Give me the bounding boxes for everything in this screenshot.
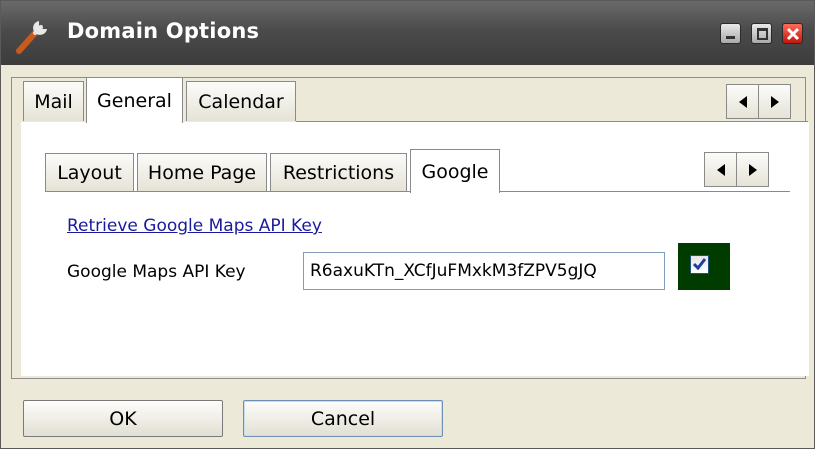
close-icon [786, 27, 800, 41]
tab-label: Calendar [198, 90, 284, 113]
inner-scroll-right-button[interactable] [736, 152, 769, 187]
api-key-label: Google Maps API Key [67, 262, 246, 282]
tab-label: Restrictions [282, 161, 395, 184]
enable-checkbox[interactable] [690, 255, 709, 274]
tab-layout[interactable]: Layout [45, 153, 134, 191]
outer-scroll-right-button[interactable] [758, 84, 791, 119]
domain-options-window: Domain Options Mail General Calendar Lay… [0, 0, 815, 449]
triangle-left-icon [738, 95, 747, 108]
tab-home-page[interactable]: Home Page [137, 153, 267, 191]
inner-scroll-left-button[interactable] [704, 152, 737, 187]
checkmark-icon [693, 258, 706, 271]
tab-label: Layout [57, 161, 122, 184]
outer-tab-scroll [726, 84, 791, 119]
wrench-icon [16, 21, 47, 54]
triangle-left-icon [716, 163, 725, 176]
inner-tab-baseline [500, 191, 790, 192]
api-key-input[interactable] [303, 252, 665, 290]
tab-restrictions[interactable]: Restrictions [270, 153, 407, 191]
triangle-right-icon [748, 163, 757, 176]
tab-calendar[interactable]: Calendar [186, 81, 296, 121]
tab-mail[interactable]: Mail [23, 81, 84, 121]
tab-label: General [97, 89, 172, 112]
window-title: Domain Options [67, 19, 260, 43]
tab-google[interactable]: Google [410, 149, 500, 193]
maximize-button[interactable] [751, 23, 772, 44]
tab-label: Google [421, 160, 489, 183]
inner-tab-scroll [704, 152, 769, 187]
close-button[interactable] [782, 23, 803, 44]
minimize-button[interactable] [720, 23, 741, 44]
triangle-right-icon [770, 95, 779, 108]
inner-tab-baseline [45, 191, 410, 192]
retrieve-api-key-link[interactable]: Retrieve Google Maps API Key [67, 216, 322, 236]
tab-label: Mail [34, 90, 73, 113]
outer-scroll-left-button[interactable] [726, 84, 759, 119]
tab-general[interactable]: General [86, 77, 183, 123]
ok-button[interactable]: OK [23, 400, 223, 437]
tab-strip-divider [296, 121, 808, 122]
title-bar[interactable]: Domain Options [1, 1, 814, 65]
tab-label: Home Page [147, 161, 257, 184]
cancel-button[interactable]: Cancel [243, 400, 443, 437]
